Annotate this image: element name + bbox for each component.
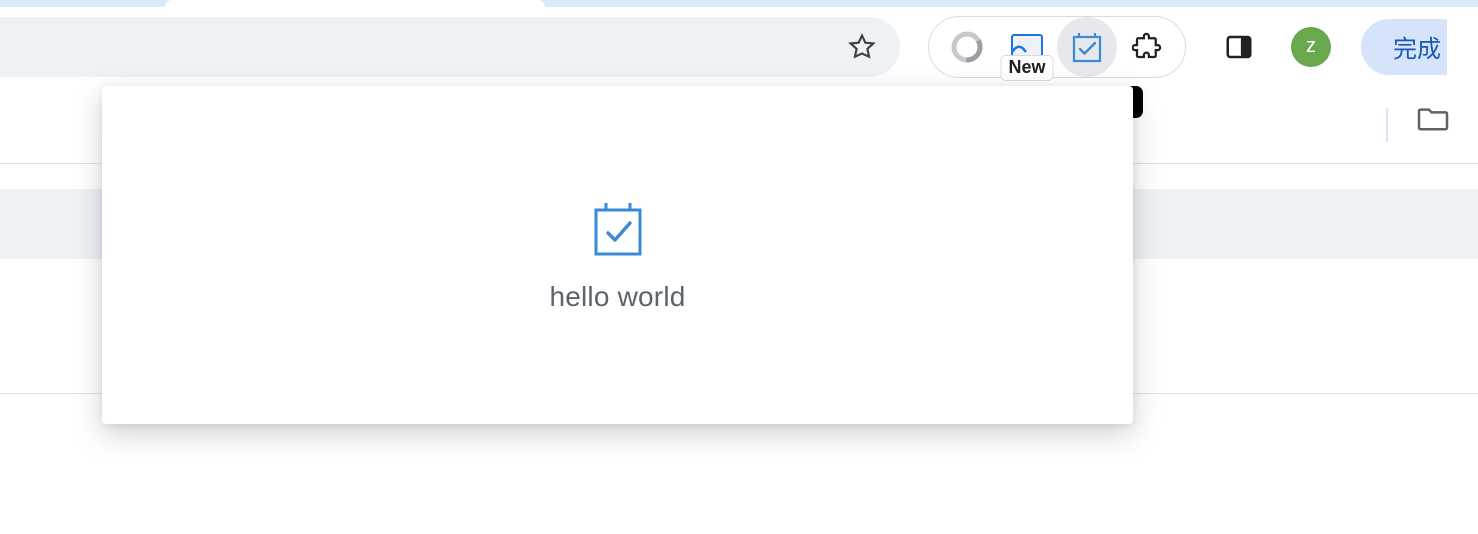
extension-new-badge: New [1000,55,1053,81]
omnibox[interactable] [0,17,900,77]
extensions-pill: New [928,16,1186,78]
browser-toolbar: New z 完成 [0,7,1478,86]
finish-update-label: 完成 [1393,29,1441,64]
active-tab[interactable] [165,0,545,7]
finish-update-button[interactable]: 完成 [1361,19,1447,75]
side-panel-icon[interactable] [1209,17,1269,77]
tab-strip [0,0,1478,7]
extension-popup: hello world [102,86,1133,424]
toolbar-divider [1194,27,1195,67]
extension-hello-world-icon[interactable] [1057,17,1117,77]
profile-avatar-initial: z [1306,35,1316,58]
bookmark-bar-divider [1386,108,1388,142]
bookmark-folder[interactable] [1416,104,1460,132]
popup-caption: hello world [549,281,685,313]
extension-screenshot-icon[interactable]: New [997,17,1057,77]
calendar-check-icon [586,197,650,261]
extensions-menu-icon[interactable] [1117,17,1177,77]
extension-json-viewer-icon[interactable] [937,17,997,77]
bookmark-star-icon[interactable] [846,31,878,63]
profile-avatar[interactable]: z [1291,27,1331,67]
